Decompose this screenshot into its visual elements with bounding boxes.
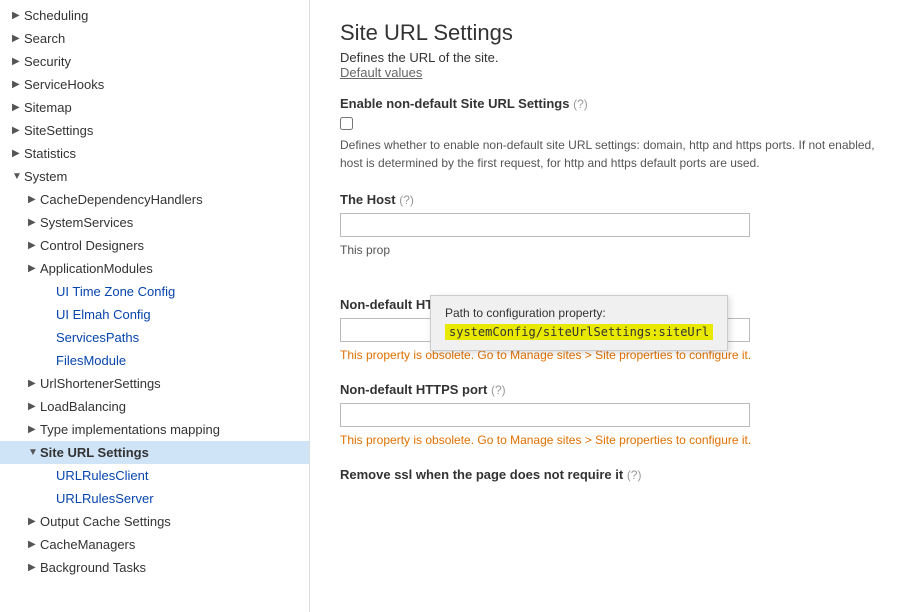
sidebar-item-systemservices[interactable]: ▶SystemServices bbox=[0, 211, 309, 234]
subtitle: Defines the URL of the site. bbox=[340, 50, 499, 65]
tooltip-line1: Path to configuration property: bbox=[445, 306, 606, 320]
sidebar-item-label-systemservices: SystemServices bbox=[40, 215, 301, 230]
sidebar-item-servicehooks[interactable]: ▶ServiceHooks bbox=[0, 73, 309, 96]
main-content: Site URL Settings Defines the URL of the… bbox=[310, 0, 907, 612]
sidebar-item-urlrulesserver[interactable]: URLRulesServer bbox=[0, 487, 309, 510]
sidebar-item-scheduling[interactable]: ▶Scheduling bbox=[0, 4, 309, 27]
https-port-section: Non-default HTTPS port (?) This property… bbox=[340, 382, 877, 447]
https-port-label: Non-default HTTPS port (?) bbox=[340, 382, 877, 397]
sidebar-item-system[interactable]: ▼System bbox=[0, 165, 309, 188]
sidebar-item-arrow-urlshortenersettings: ▶ bbox=[28, 378, 40, 389]
sidebar-item-label-applicationmodules: ApplicationModules bbox=[40, 261, 301, 276]
sidebar-item-filesmodule[interactable]: FilesModule bbox=[0, 349, 309, 372]
default-values-link[interactable]: Default values bbox=[340, 65, 877, 80]
sidebar-item-cachemanagers[interactable]: ▶CacheManagers bbox=[0, 533, 309, 556]
sidebar-item-label-filesmodule: FilesModule bbox=[56, 353, 301, 368]
tooltip-path: systemConfig/siteUrlSettings:siteUrl bbox=[445, 324, 713, 340]
sidebar-item-arrow-statistics: ▶ bbox=[12, 148, 24, 159]
sidebar-item-urlrulesclient[interactable]: URLRulesClient bbox=[0, 464, 309, 487]
sidebar-item-label-servicehooks: ServiceHooks bbox=[24, 77, 301, 92]
sidebar-item-label-sitesettings: SiteSettings bbox=[24, 123, 301, 138]
host-input[interactable] bbox=[340, 213, 750, 237]
enable-label: Enable non-default Site URL Settings (?) bbox=[340, 96, 877, 111]
sidebar-item-statistics[interactable]: ▶Statistics bbox=[0, 142, 309, 165]
sidebar-item-arrow-sitemap: ▶ bbox=[12, 102, 24, 113]
sidebar-item-servicespaths[interactable]: ServicesPaths bbox=[0, 326, 309, 349]
sidebar-item-label-siteurlsettings: Site URL Settings bbox=[40, 445, 301, 460]
sidebar-item-label-cachemanagers: CacheManagers bbox=[40, 537, 301, 552]
https-port-help-icon[interactable]: (?) bbox=[491, 383, 506, 397]
remove-ssl-help-icon[interactable]: (?) bbox=[627, 468, 642, 482]
host-input-wrapper bbox=[340, 213, 877, 243]
sidebar-item-outputcachesettings[interactable]: ▶Output Cache Settings bbox=[0, 510, 309, 533]
sidebar-item-controldesigners[interactable]: ▶Control Designers bbox=[0, 234, 309, 257]
sidebar-item-label-loadbalancing: LoadBalancing bbox=[40, 399, 301, 414]
enable-checkbox[interactable] bbox=[340, 117, 353, 130]
sidebar-item-label-controldesigners: Control Designers bbox=[40, 238, 301, 253]
tooltip-popup: Path to configuration property: systemCo… bbox=[430, 295, 728, 351]
sidebar-item-label-backgroundtasks: Background Tasks bbox=[40, 560, 301, 575]
sidebar-item-arrow-systemservices: ▶ bbox=[28, 217, 40, 228]
sidebar-item-arrow-search: ▶ bbox=[12, 33, 24, 44]
enable-help-icon[interactable]: (?) bbox=[573, 97, 588, 111]
sidebar-item-label-uitimezoneconfig: UI Time Zone Config bbox=[56, 284, 301, 299]
sidebar-item-cachedependencyhandlers[interactable]: ▶CacheDependencyHandlers bbox=[0, 188, 309, 211]
sidebar-item-security[interactable]: ▶Security bbox=[0, 50, 309, 73]
host-section: The Host (?) This prop Path to configura… bbox=[340, 192, 877, 257]
sidebar-item-arrow-servicehooks: ▶ bbox=[12, 79, 24, 90]
sidebar-item-arrow-loadbalancing: ▶ bbox=[28, 401, 40, 412]
sidebar: ▶Scheduling▶Search▶Security▶ServiceHooks… bbox=[0, 0, 310, 612]
host-help-icon[interactable]: (?) bbox=[399, 193, 414, 207]
remove-ssl-section: Remove ssl when the page does not requir… bbox=[340, 467, 877, 482]
enable-checkbox-row bbox=[340, 117, 877, 130]
sidebar-item-arrow-cachemanagers: ▶ bbox=[28, 539, 40, 550]
sidebar-item-label-uielmahconfig: UI Elmah Config bbox=[56, 307, 301, 322]
sidebar-item-label-urlrulesclient: URLRulesClient bbox=[56, 468, 301, 483]
sidebar-item-siteurlsettings[interactable]: ▼Site URL Settings bbox=[0, 441, 309, 464]
sidebar-item-arrow-outputcachesettings: ▶ bbox=[28, 516, 40, 527]
https-port-input[interactable] bbox=[340, 403, 750, 427]
sidebar-item-sitemap[interactable]: ▶Sitemap bbox=[0, 96, 309, 119]
sidebar-item-arrow-controldesigners: ▶ bbox=[28, 240, 40, 251]
sidebar-item-label-statistics: Statistics bbox=[24, 146, 301, 161]
sidebar-item-arrow-security: ▶ bbox=[12, 56, 24, 67]
sidebar-item-arrow-scheduling: ▶ bbox=[12, 10, 24, 21]
sidebar-item-uitimezoneconfig[interactable]: UI Time Zone Config bbox=[0, 280, 309, 303]
sidebar-item-label-security: Security bbox=[24, 54, 301, 69]
sidebar-item-arrow-cachedependencyhandlers: ▶ bbox=[28, 194, 40, 205]
enable-description: Defines whether to enable non-default si… bbox=[340, 136, 877, 172]
remove-ssl-label: Remove ssl when the page does not requir… bbox=[340, 467, 877, 482]
sidebar-item-urlshortenersettings[interactable]: ▶UrlShortenerSettings bbox=[0, 372, 309, 395]
sidebar-item-arrow-system: ▼ bbox=[12, 171, 24, 182]
sidebar-item-label-cachedependencyhandlers: CacheDependencyHandlers bbox=[40, 192, 301, 207]
sidebar-item-label-sitemap: Sitemap bbox=[24, 100, 301, 115]
sidebar-item-label-typeimplementationsmapping: Type implementations mapping bbox=[40, 422, 301, 437]
sidebar-item-search[interactable]: ▶Search bbox=[0, 27, 309, 50]
https-port-obsolete: This property is obsolete. Go to Manage … bbox=[340, 433, 877, 447]
enable-section: Enable non-default Site URL Settings (?)… bbox=[340, 96, 877, 172]
sidebar-item-arrow-siteurlsettings: ▼ bbox=[28, 447, 40, 458]
sidebar-item-typeimplementationsmapping[interactable]: ▶Type implementations mapping bbox=[0, 418, 309, 441]
sidebar-item-uielmahconfig[interactable]: UI Elmah Config bbox=[0, 303, 309, 326]
sidebar-item-arrow-applicationmodules: ▶ bbox=[28, 263, 40, 274]
sidebar-item-label-scheduling: Scheduling bbox=[24, 8, 301, 23]
sidebar-item-sitesettings[interactable]: ▶SiteSettings bbox=[0, 119, 309, 142]
host-this-prop: This prop bbox=[340, 243, 877, 257]
sidebar-item-label-urlrulesserver: URLRulesServer bbox=[56, 491, 301, 506]
sidebar-item-backgroundtasks[interactable]: ▶Background Tasks bbox=[0, 556, 309, 579]
sidebar-item-label-servicespaths: ServicesPaths bbox=[56, 330, 301, 345]
sidebar-item-label-urlshortenersettings: UrlShortenerSettings bbox=[40, 376, 301, 391]
sidebar-item-label-search: Search bbox=[24, 31, 301, 46]
sidebar-item-label-outputcachesettings: Output Cache Settings bbox=[40, 514, 301, 529]
sidebar-item-applicationmodules[interactable]: ▶ApplicationModules bbox=[0, 257, 309, 280]
sidebar-item-arrow-backgroundtasks: ▶ bbox=[28, 562, 40, 573]
sidebar-item-arrow-typeimplementationsmapping: ▶ bbox=[28, 424, 40, 435]
page-title: Site URL Settings bbox=[340, 20, 877, 46]
sidebar-item-loadbalancing[interactable]: ▶LoadBalancing bbox=[0, 395, 309, 418]
host-label: The Host (?) bbox=[340, 192, 877, 207]
sidebar-item-label-system: System bbox=[24, 169, 301, 184]
sidebar-item-arrow-sitesettings: ▶ bbox=[12, 125, 24, 136]
